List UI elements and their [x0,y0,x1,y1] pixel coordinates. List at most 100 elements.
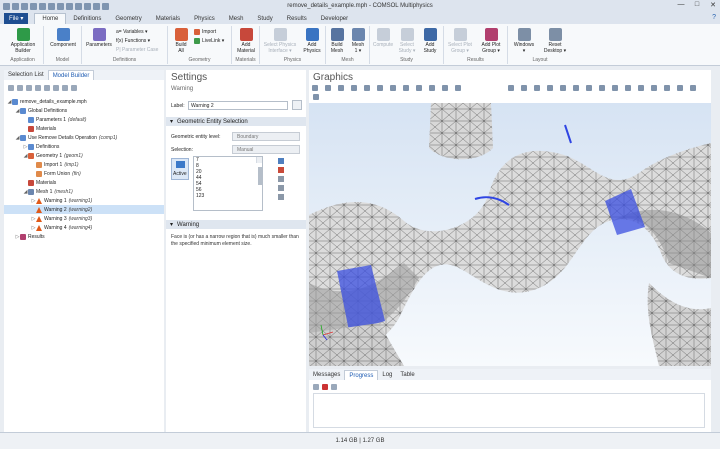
selection-list[interactable]: 7 8 20 44 54 56 123 [193,156,263,211]
tab-messages[interactable]: Messages [309,370,344,380]
functions-button[interactable]: f(x) Functions ▾ [116,38,150,44]
tab-table[interactable]: Table [396,370,418,380]
graphics-viewport[interactable] [309,103,711,366]
build-mesh-button[interactable]: Build Mesh [327,28,347,54]
add-to-selection-icon[interactable] [278,158,284,164]
tree-node[interactable]: ▷ Definitions [4,142,164,151]
tree-node[interactable]: Import 1 (imp1) [4,160,164,169]
reset-icon[interactable] [313,94,319,100]
add-study-button[interactable]: Add Study [419,28,441,54]
livelink-button[interactable]: LiveLink ▾ [194,38,224,44]
table-icon[interactable] [313,383,319,390]
select-physics-interface-button[interactable]: Select Physics Interface ▾ [261,28,299,54]
tree-node[interactable]: ▷ Warning 4 (warning4) [4,223,164,232]
tab-selection-list[interactable]: Selection List [4,70,48,80]
help-icon[interactable]: ? [712,14,716,21]
tree-node[interactable]: ▷ Results [4,232,164,241]
tree-node[interactable]: ▷ Warning 3 (warning3) [4,214,164,223]
axes-icon[interactable] [573,85,579,91]
select-icon[interactable] [364,85,370,91]
tree-node[interactable]: Materials [4,124,164,133]
tree-node[interactable]: ◢ remove_details_example.mph [4,97,164,106]
view-yz-icon[interactable] [429,85,435,91]
transparency-icon[interactable] [521,85,527,91]
parameter-case-button[interactable]: P| Parameter Case [116,47,158,53]
file-menu-button[interactable]: File ▾ [4,13,29,24]
light-icon[interactable] [677,85,683,91]
tab-study[interactable]: Study [250,13,279,24]
tree-node[interactable]: Materials [4,178,164,187]
tree-node[interactable]: ◢ Mesh 1 (mesh1) [4,187,164,196]
select-box-icon[interactable] [612,85,618,91]
variables-button[interactable]: a= Variables ▾ [116,29,147,35]
wireframe-icon[interactable] [534,85,540,91]
zoom-in-icon[interactable] [312,85,318,91]
deselect-icon[interactable] [625,85,631,91]
tab-definitions[interactable]: Definitions [66,13,108,24]
add-physics-button[interactable]: Add Physics [300,28,324,54]
filter-icon[interactable] [44,84,50,91]
list-scrollbar[interactable] [256,157,262,185]
show-icon[interactable] [71,84,77,91]
clear-selection-icon[interactable] [278,176,284,182]
selection-mode-field[interactable]: Manual [232,145,300,154]
component-button[interactable]: Component [47,28,79,48]
plot-icon[interactable] [331,383,337,390]
minimize-button[interactable]: — [676,1,686,9]
down-icon[interactable] [35,84,41,91]
tab-geometry[interactable]: Geometry [108,13,148,24]
show-icon[interactable] [651,85,657,91]
warning-section-header[interactable]: ▾ Warning [166,220,306,229]
tab-progress[interactable]: Progress [344,370,379,380]
zoom-box-icon[interactable] [338,85,344,91]
entity-level-field[interactable]: Boundary [232,132,300,141]
label-input[interactable]: Warning 2 [188,101,288,110]
tab-log[interactable]: Log [378,370,396,380]
model-builder-toolbar[interactable] [4,83,164,92]
build-all-button[interactable]: Build All [170,28,192,54]
active-toggle[interactable]: Active [171,158,189,180]
up-icon[interactable] [26,84,32,91]
pan-icon[interactable] [390,85,396,91]
tab-model-builder[interactable]: Model Builder [47,70,95,80]
scene-light-icon[interactable] [508,85,514,91]
render-icon[interactable] [547,85,553,91]
zoom-out-icon[interactable] [325,85,331,91]
stop-icon[interactable] [322,383,328,390]
print-icon[interactable] [599,85,605,91]
rotate-icon[interactable] [377,85,383,91]
graphics-toolbar[interactable] [312,84,708,104]
tree-node[interactable]: ◢ Global Definitions [4,106,164,115]
compute-button[interactable]: Compute [371,28,395,48]
select-study-button[interactable]: Select Study ▾ [396,28,418,54]
screenshot-icon[interactable] [586,85,592,91]
view-icon[interactable] [403,85,409,91]
remove-from-selection-icon[interactable] [278,167,284,173]
grid-icon[interactable] [560,85,566,91]
tab-physics[interactable]: Physics [187,13,222,24]
add-material-button[interactable]: Add Material [233,28,259,54]
tree-node[interactable]: Parameters 1 (default) [4,115,164,124]
geometric-entity-section-header[interactable]: ▾ Geometric Entity Selection [166,117,306,126]
import-button[interactable]: Import [194,29,216,35]
forward-icon[interactable] [17,84,23,91]
tree-node[interactable]: Form Union (fin) [4,169,164,178]
mesh1-button[interactable]: Mesh 1 ▾ [348,28,368,54]
close-button[interactable]: ✕ [708,1,718,9]
maximize-button[interactable]: □ [692,1,702,9]
collapse-icon[interactable] [62,84,68,91]
messages-toolbar[interactable] [309,382,711,391]
zoom-extents-icon[interactable] [351,85,357,91]
add-plot-group-button[interactable]: Add Plot Group ▾ [476,28,506,54]
expand-icon[interactable] [53,84,59,91]
view-zx-icon[interactable] [442,85,448,91]
clip-icon[interactable] [664,85,670,91]
tab-results[interactable]: Results [280,13,314,24]
tree-node[interactable]: ▷ Warning 1 (warning1) [4,196,164,205]
select-plot-group-button[interactable]: Select Plot Group ▾ [445,28,475,54]
tab-home[interactable]: Home [34,13,67,24]
view-xy-icon[interactable] [416,85,422,91]
application-builder-button[interactable]: Application Builder [8,28,38,54]
tree-node[interactable]: Warning 2 (warning2) [4,205,164,214]
tab-developer[interactable]: Developer [314,13,355,24]
